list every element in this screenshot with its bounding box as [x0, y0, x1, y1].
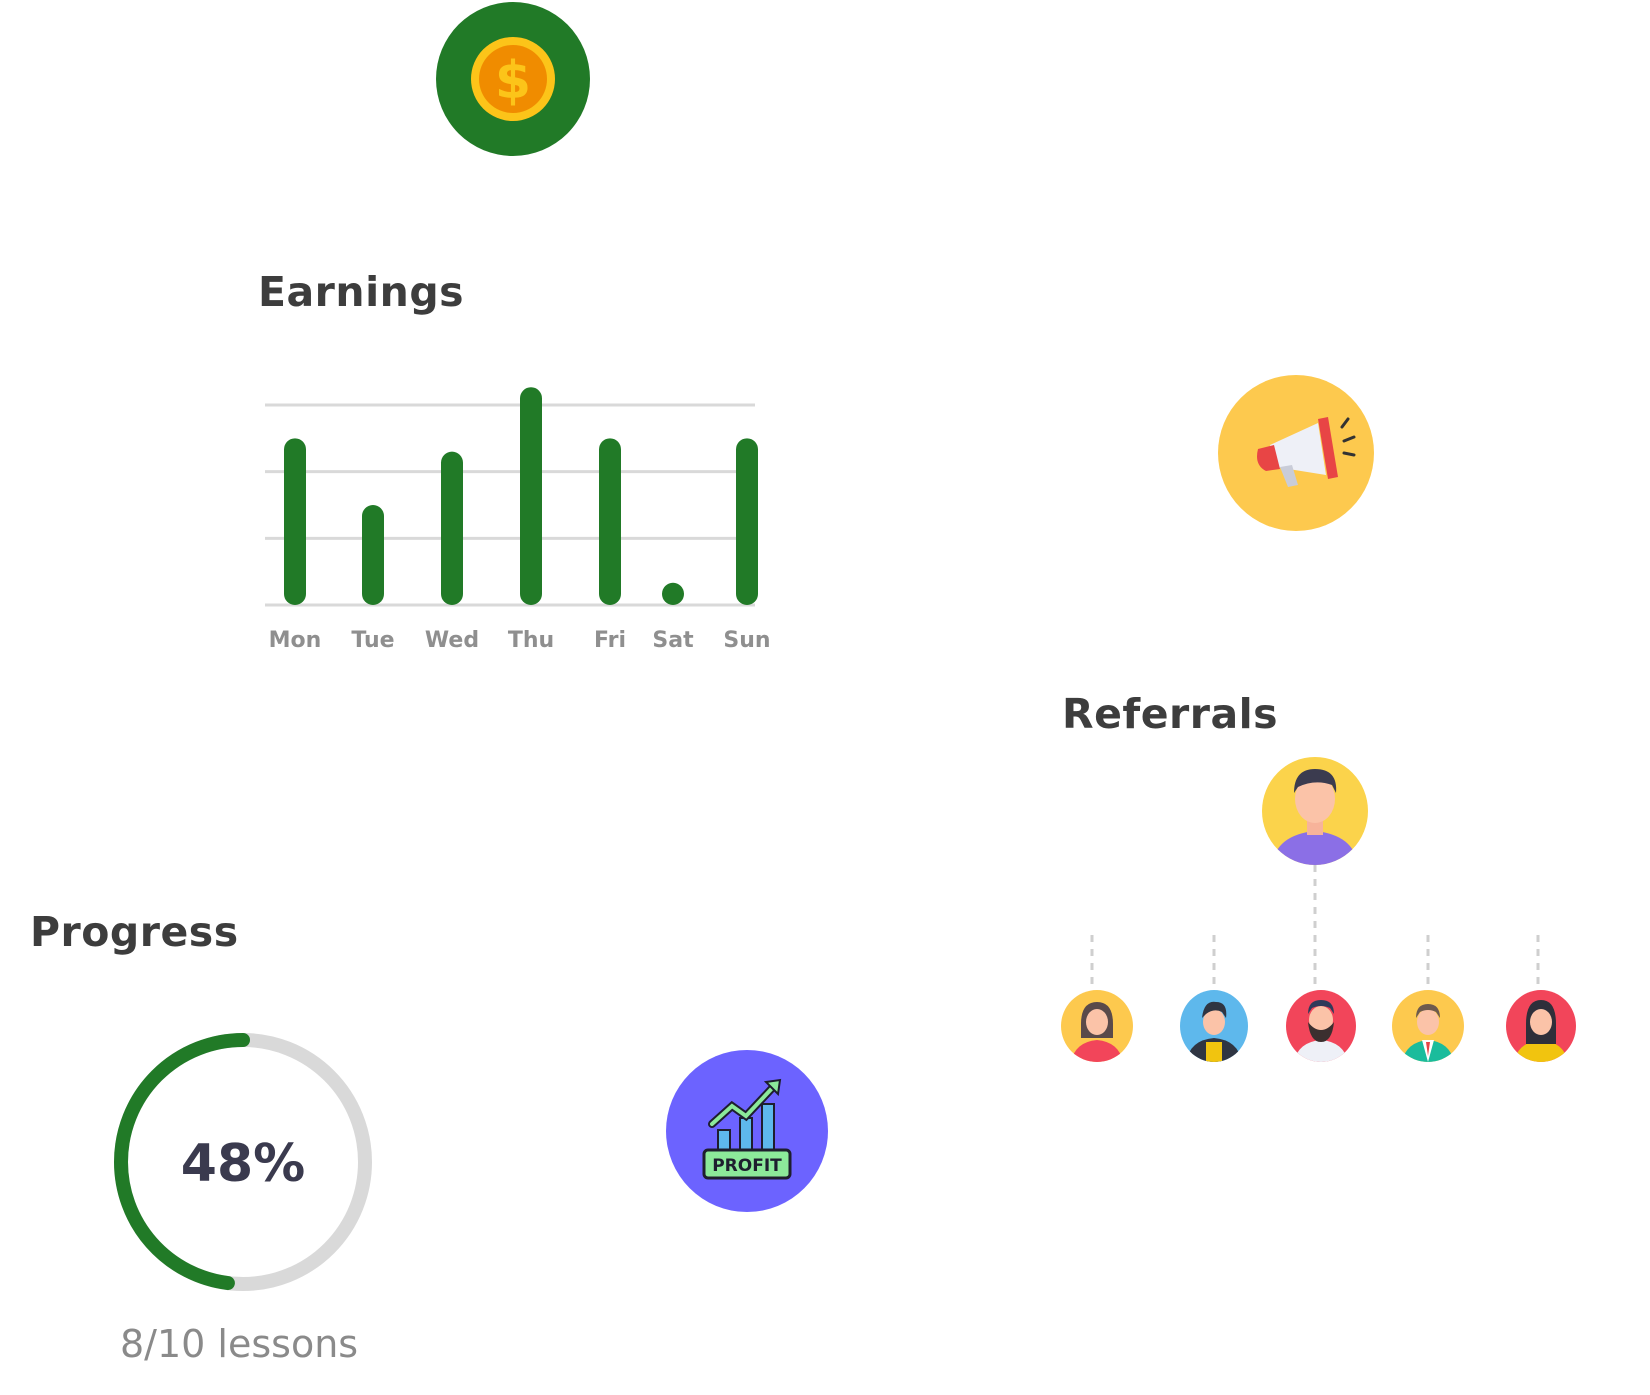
referral-child-avatar — [1286, 990, 1356, 1062]
bearded-man-avatar-icon — [1294, 1000, 1348, 1062]
bar-fri — [599, 438, 621, 605]
referrals-title: Referrals — [1062, 690, 1279, 738]
referral-child-avatar — [1061, 990, 1133, 1062]
svg-text:$: $ — [495, 51, 531, 111]
dollar-coin-badge: $ — [436, 2, 590, 156]
progress-title: Progress — [30, 908, 239, 956]
profit-chart-icon: PROFIT — [702, 1078, 792, 1180]
x-tick-label: Mon — [269, 628, 322, 653]
x-tick-label: Wed — [425, 628, 479, 653]
referral-tree-connectors — [1090, 865, 1540, 988]
megaphone-icon — [1257, 417, 1356, 487]
referral-child-avatar — [1506, 990, 1576, 1062]
x-tick-label: Fri — [594, 628, 626, 653]
x-tick-label: Tue — [351, 628, 394, 653]
x-tick-label: Sun — [723, 628, 770, 653]
megaphone-badge — [1218, 375, 1374, 531]
businesswoman-avatar-icon — [1514, 1000, 1568, 1062]
bar-wed — [441, 451, 463, 605]
man-avatar-icon — [1272, 769, 1358, 865]
profit-badge: PROFIT — [666, 1050, 828, 1212]
referral-child-avatar — [1392, 990, 1464, 1062]
profit-label: PROFIT — [712, 1156, 782, 1176]
progress-percent: 48% — [181, 1134, 305, 1194]
bar-tue — [362, 505, 384, 605]
referral-child-avatar — [1180, 990, 1248, 1062]
progress-ring: 48% — [114, 1033, 372, 1291]
x-tick-label: Thu — [508, 628, 554, 653]
bar-sun — [736, 438, 758, 605]
earnings-chart: Mon Tue Wed Thu Fri Sat Sun — [265, 387, 771, 653]
earnings-title: Earnings — [258, 268, 465, 316]
bar-sat — [662, 582, 684, 605]
bar-mon — [284, 438, 306, 605]
businessman-avatar-icon — [1402, 1004, 1454, 1062]
dollar-coin-icon: $ — [471, 37, 555, 121]
man-hoodie-avatar-icon — [1186, 1001, 1242, 1062]
bar-thu — [520, 387, 542, 605]
woman-avatar-icon — [1071, 1002, 1123, 1062]
referral-root-avatar — [1262, 757, 1368, 865]
lessons-count: 8/10 lessons — [120, 1322, 359, 1366]
x-tick-label: Sat — [652, 628, 694, 653]
